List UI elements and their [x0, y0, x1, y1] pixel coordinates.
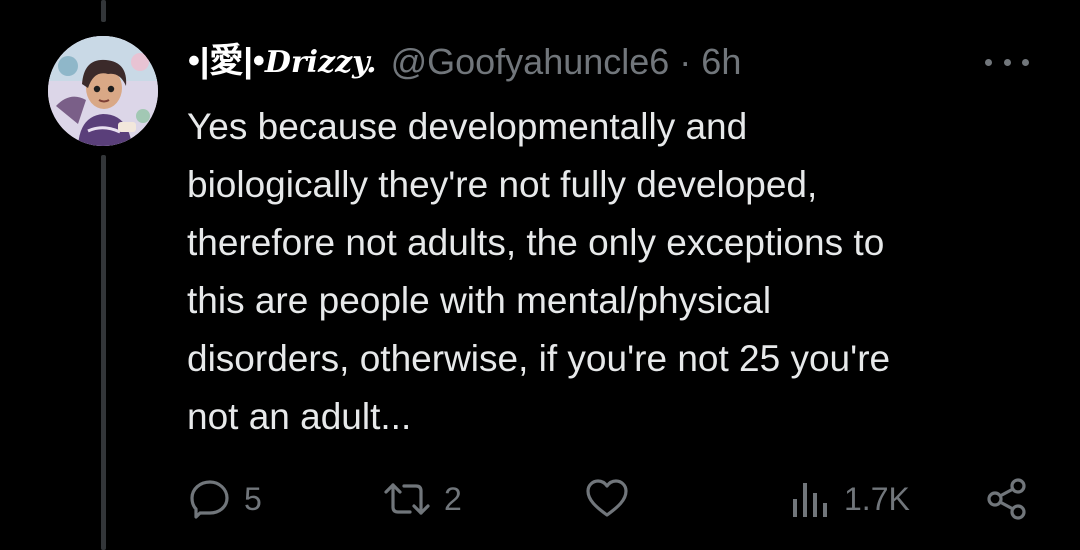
more-options-button[interactable]: [985, 50, 1029, 74]
display-name-prefix: •|愛|•: [188, 42, 265, 80]
retweet-count: 2: [444, 480, 462, 517]
more-icon: [985, 58, 992, 66]
display-name-fancy: Drizzy.: [264, 45, 377, 80]
timestamp[interactable]: 6h: [701, 38, 741, 86]
separator-dot: ·: [679, 41, 692, 82]
like-button[interactable]: [584, 474, 642, 524]
retweet-button[interactable]: 2: [382, 474, 462, 524]
user-handle[interactable]: @Goofyahuncle6: [391, 38, 670, 86]
views-count: 1.7K: [844, 480, 910, 517]
reply-count: 5: [244, 480, 262, 517]
like-icon: [586, 479, 628, 517]
share-button[interactable]: [985, 474, 1029, 524]
display-name[interactable]: •|愛|•Drizzy.: [188, 37, 377, 87]
action-bar: 5 2 1.7K: [0, 474, 1080, 524]
more-icon-dot: [1022, 58, 1029, 66]
retweet-icon: [384, 483, 430, 515]
avatar-image: [48, 36, 158, 146]
reply-icon: [190, 480, 229, 519]
views-button[interactable]: 1.7K: [788, 474, 910, 524]
tweet-header: •|愛|•Drizzy. @Goofyahuncle6 · 6h: [188, 38, 741, 86]
more-icon-dot: [1003, 58, 1011, 66]
views-icon: [793, 483, 827, 517]
thread-line-top: [101, 0, 106, 22]
tweet-text: Yes because developmentally and biologic…: [187, 106, 891, 437]
share-icon: [987, 478, 1026, 520]
reply-button[interactable]: 5: [188, 474, 262, 524]
avatar[interactable]: [48, 36, 158, 146]
